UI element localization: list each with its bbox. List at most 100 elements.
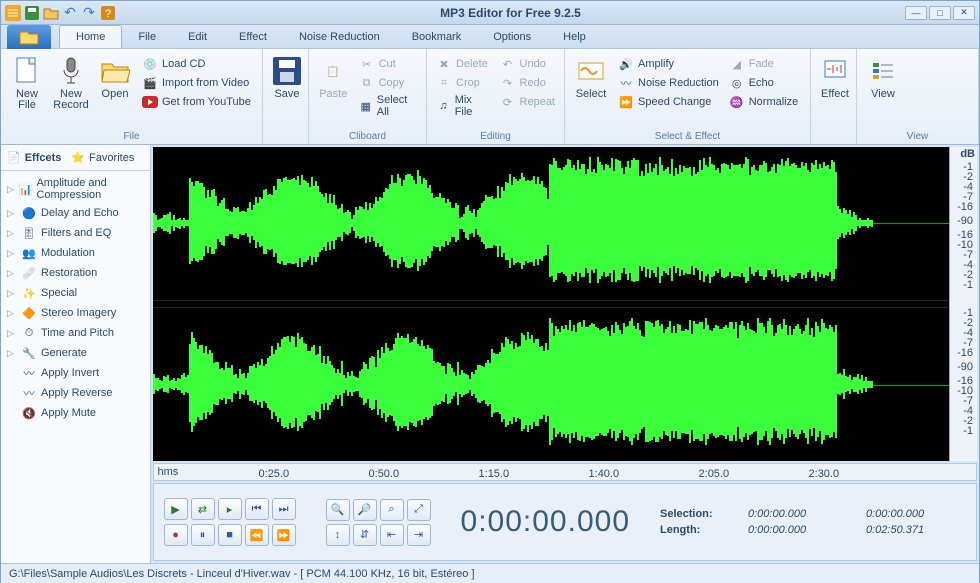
tree-item[interactable]: ▷🩹Restoration <box>3 263 148 283</box>
normalize-button[interactable]: ♒Normalize <box>726 93 802 111</box>
play-sel-button[interactable]: ▸ <box>218 498 242 520</box>
copy-button[interactable]: ⧉Copy <box>356 74 420 92</box>
status-text: G:\Files\Sample Audios\Les Discrets - Li… <box>9 568 475 580</box>
qat-app-icon <box>5 5 21 21</box>
tree-item[interactable]: 〰Apply Invert <box>3 363 148 383</box>
forward-button[interactable]: ⏭ <box>272 498 296 520</box>
tree-icon: 📊 <box>19 181 33 197</box>
tree-item[interactable]: 〰Apply Reverse <box>3 383 148 403</box>
tree-icon: 🔇 <box>21 405 37 421</box>
zoom-right-button[interactable]: ⇥ <box>407 524 431 546</box>
loop-button[interactable]: ⇄ <box>191 498 215 520</box>
normalize-icon: ♒ <box>729 94 745 110</box>
qat-open-icon[interactable] <box>43 5 59 21</box>
cut-button[interactable]: ✂Cut <box>356 55 420 73</box>
rewind-button[interactable]: ⏮ <box>245 498 269 520</box>
new-record-button[interactable]: New Record <box>51 51 91 115</box>
crop-button[interactable]: ⌗Crop <box>433 74 493 92</box>
zoom-in-button[interactable]: 🔍 <box>326 499 350 521</box>
zoom-vin-button[interactable]: ↕ <box>326 524 350 546</box>
zoom-full-button[interactable]: ⤢ <box>407 499 431 521</box>
ribbon-tabs: Home File Edit Effect Noise Reduction Bo… <box>1 25 979 49</box>
sidebar: 📄Effcets ⭐Favorites ▷📊Amplitude and Comp… <box>1 145 151 563</box>
group-label-file: File <box>7 130 256 144</box>
zoom-out-button[interactable]: 🔎 <box>353 499 377 521</box>
view-button[interactable]: View <box>863 51 903 104</box>
amplify-button[interactable]: 🔊Amplify <box>615 55 722 73</box>
tree-icon: ✨ <box>21 285 37 301</box>
mix-file-button[interactable]: ♫Mix File <box>433 93 493 119</box>
qat-help-icon[interactable]: ? <box>100 5 116 21</box>
fade-button[interactable]: ◢Fade <box>726 55 802 73</box>
play-button[interactable]: ▶ <box>164 498 188 520</box>
copy-icon: ⧉ <box>359 75 375 91</box>
tab-edit[interactable]: Edit <box>172 25 223 48</box>
cd-icon: 💿 <box>142 56 158 72</box>
ribbon: New File New Record Open 💿Load CD 🎬Impor… <box>1 49 979 145</box>
start-button[interactable]: ⏪ <box>245 524 269 546</box>
tab-options[interactable]: Options <box>477 25 547 48</box>
select-button[interactable]: Select <box>571 51 611 104</box>
sidebar-tab-effects[interactable]: 📄Effcets <box>7 151 61 164</box>
zoom-left-button[interactable]: ⇤ <box>380 524 404 546</box>
tab-effect[interactable]: Effect <box>223 25 283 48</box>
tree-item[interactable]: ▷🔵Delay and Echo <box>3 203 148 223</box>
noise-reduction-button[interactable]: 〰Noise Reduction <box>615 74 722 92</box>
save-button[interactable]: Save <box>269 51 305 104</box>
select-all-button[interactable]: ▦Select All <box>356 93 420 119</box>
paste-button[interactable]: 📋Paste <box>315 51 352 104</box>
record-button[interactable]: ● <box>164 524 188 546</box>
redo-button[interactable]: ↷Redo <box>497 74 558 92</box>
speed-change-button[interactable]: ⏩Speed Change <box>615 93 722 111</box>
load-cd-button[interactable]: 💿Load CD <box>139 55 254 73</box>
tab-noise-reduction[interactable]: Noise Reduction <box>283 25 396 48</box>
import-video-button[interactable]: 🎬Import from Video <box>139 74 254 92</box>
minimize-button[interactable]: — <box>905 6 927 20</box>
end-button[interactable]: ⏩ <box>272 524 296 546</box>
tab-bookmark[interactable]: Bookmark <box>396 25 478 48</box>
close-button[interactable]: ✕ <box>953 6 975 20</box>
qat-redo-icon[interactable]: ↷ <box>81 5 97 21</box>
qat-undo-icon[interactable]: ↶ <box>62 5 78 21</box>
tab-help[interactable]: Help <box>547 25 602 48</box>
stop-button[interactable]: ■ <box>218 524 242 546</box>
file-icon <box>11 55 43 87</box>
group-label-select-effect: Select & Effect <box>571 130 804 144</box>
tree-item[interactable]: ▷⏱Time and Pitch <box>3 323 148 343</box>
timeline[interactable]: hms 0:25.00:50.01:15.01:40.02:05.02:30.0 <box>153 463 977 481</box>
tree-item[interactable]: 🔇Apply Mute <box>3 403 148 423</box>
tree-icon: 🩹 <box>21 265 37 281</box>
waveform-display[interactable]: dB -1-2-4-7-16-90-16-10-7-4-2-1-1-2-4-7-… <box>153 147 977 461</box>
get-youtube-button[interactable]: Get from YouTube <box>139 93 254 111</box>
youtube-icon <box>142 94 158 110</box>
open-button[interactable]: Open <box>95 51 135 104</box>
app-title: MP3 Editor for Free 9.2.5 <box>116 6 905 20</box>
repeat-button[interactable]: ⟳Repeat <box>497 93 558 111</box>
tab-home[interactable]: Home <box>59 25 122 48</box>
zoom-vout-button[interactable]: ⇵ <box>353 524 377 546</box>
tree-item[interactable]: ▷✨Special <box>3 283 148 303</box>
app-menu-button[interactable] <box>7 25 51 49</box>
tree-item[interactable]: ▷🔧Generate <box>3 343 148 363</box>
zoom-sel-button[interactable]: ⌕ <box>380 499 404 521</box>
tree-item[interactable]: ▷📊Amplitude and Compression <box>3 175 148 203</box>
effect-button[interactable]: Effect <box>817 51 853 104</box>
redo-icon: ↷ <box>500 75 516 91</box>
tree-item[interactable]: ▷🔶Stereo Imagery <box>3 303 148 323</box>
speed-icon: ⏩ <box>618 94 634 110</box>
maximize-button[interactable]: □ <box>929 6 951 20</box>
tree-item[interactable]: ▷🎚Filters and EQ <box>3 223 148 243</box>
sidebar-tab-favorites[interactable]: ⭐Favorites <box>71 151 134 164</box>
undo-button[interactable]: ↶Undo <box>497 55 558 73</box>
noise-icon: 〰 <box>618 75 634 91</box>
time-counter: 0:00:00.000 <box>461 505 630 539</box>
tree-item[interactable]: ▷👥Modulation <box>3 243 148 263</box>
qat-save-icon[interactable] <box>24 5 40 21</box>
video-icon: 🎬 <box>142 75 158 91</box>
tab-file[interactable]: File <box>122 25 172 48</box>
new-file-button[interactable]: New File <box>7 51 47 115</box>
pause-button[interactable]: ⏸ <box>191 524 215 546</box>
tree-icon: 🔧 <box>21 345 37 361</box>
echo-button[interactable]: ◎Echo <box>726 74 802 92</box>
delete-button[interactable]: ✖Delete <box>433 55 493 73</box>
